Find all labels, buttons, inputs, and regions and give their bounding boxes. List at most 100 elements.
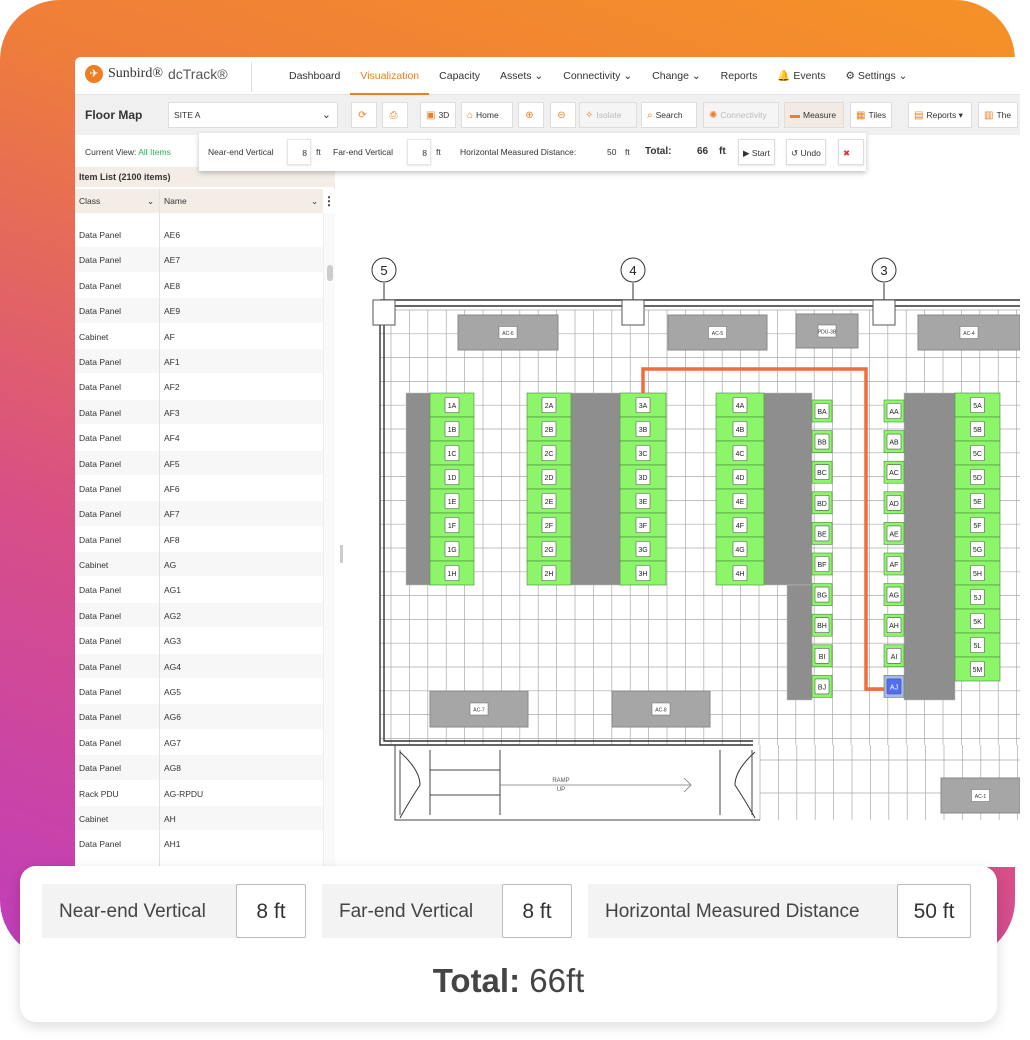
rack-label: AI: [891, 654, 898, 661]
rack-label: 5C: [973, 451, 982, 458]
horizontal-distance-field: Horizontal Measured Distance 50 ft: [588, 884, 971, 938]
rack-label: 3H: [639, 571, 648, 578]
rack-label: 4A: [736, 403, 745, 410]
rack-label: AB: [889, 440, 899, 447]
rack-label: 5G: [973, 547, 982, 554]
unit-label: AC-5: [712, 331, 724, 337]
perforated-tile: [570, 392, 621, 586]
unit-label: PDU-3B: [818, 330, 837, 336]
measurement-summary-card: Near-end Vertical 8 ft Far-end Vertical 8 …: [20, 866, 997, 1022]
unit-label: AC-7: [473, 708, 485, 714]
undo-button[interactable]: ↺ Undo: [786, 139, 826, 165]
column-label: 5: [380, 263, 387, 278]
far-end-input[interactable]: 8: [407, 139, 431, 165]
unit-label: AC-1: [975, 794, 987, 800]
rack-label: 3D: [639, 475, 648, 482]
rack-label: 5J: [974, 595, 981, 602]
rack-label: 2E: [545, 499, 554, 506]
rack-label: 2D: [545, 475, 554, 482]
rack-label: 2G: [544, 547, 553, 554]
rack-label: 2F: [545, 523, 553, 530]
rack-label: 2A: [545, 403, 554, 410]
rack-label: 2B: [545, 427, 554, 434]
rack-label: BA: [817, 409, 827, 416]
rack-label: BH: [817, 623, 827, 630]
rack-label: AF: [890, 562, 899, 569]
ramp-arrow: [500, 777, 692, 793]
rack-label: 2C: [545, 451, 554, 458]
rack-label: 5B: [973, 427, 982, 434]
rack-label: 1H: [448, 571, 457, 578]
rack-label: 5L: [974, 643, 982, 650]
ramp-wall: [394, 745, 760, 821]
horizontal-distance-value: 50 ft: [897, 884, 971, 938]
far-end-value: 8 ft: [502, 884, 572, 938]
rack-label: BE: [817, 531, 827, 538]
horizontal-distance-value: 50: [607, 147, 617, 157]
rack-label: AE: [889, 531, 899, 538]
rack-label: 5F: [973, 523, 981, 530]
ramp-label: UP: [557, 787, 565, 793]
near-end-value: 8 ft: [236, 884, 306, 938]
rack-label: 5D: [973, 475, 982, 482]
rack-label: 3E: [639, 499, 648, 506]
column-pillar: [621, 299, 645, 326]
rack-label: 4D: [736, 475, 745, 482]
far-end-field: Far-end Vertical 8 ft: [322, 884, 572, 938]
perforated-tile: [903, 392, 956, 701]
unit-label: AC-6: [502, 331, 514, 337]
rack-label: 4E: [736, 499, 745, 506]
rack-label: AC: [889, 470, 899, 477]
rack-label: BG: [817, 593, 827, 600]
rack-label: 1C: [448, 451, 457, 458]
rack-label: BJ: [818, 684, 826, 691]
rack-label: 4B: [736, 427, 745, 434]
rack-label: 1B: [448, 427, 457, 434]
measure-popup: Near-end Vertical 8 ft Far-end Vertical …: [199, 133, 866, 171]
rack-label: 2H: [545, 571, 554, 578]
rack-label: BC: [817, 470, 827, 477]
rack-label: 4C: [736, 451, 745, 458]
rack-label: 3B: [639, 427, 648, 434]
splitter-handle[interactable]: [340, 545, 343, 563]
map-layer: RAMP UP 5 4 3 AC-6 AC-5 PDU-3B AC-4 AC-7 AC-8 AC-1 1…: [371, 257, 1020, 821]
rack-label: 3G: [638, 547, 647, 554]
perforated-tile: [763, 392, 813, 586]
rack-label: 1F: [448, 523, 456, 530]
rack-label: BB: [817, 440, 827, 447]
rack-label: BF: [818, 562, 827, 569]
rack-label: 5K: [973, 619, 982, 626]
column-pillar: [872, 299, 896, 326]
rack-label: 4F: [736, 523, 744, 530]
rack-label: BI: [819, 654, 826, 661]
near-end-input[interactable]: 8: [287, 139, 311, 165]
rack-label: 5M: [973, 667, 983, 674]
close-icon[interactable]: ✖: [838, 139, 864, 165]
rack-label: 3A: [639, 403, 648, 410]
rack-label: AG: [889, 593, 899, 600]
rack-label: 5H: [973, 571, 982, 578]
rack-label: 1A: [448, 403, 457, 410]
rack-label: 5E: [973, 499, 982, 506]
floor-map[interactable]: RAMP UP 5 4 3 AC-6 AC-5 PDU-3B AC-4 AC-7 AC-8 AC-1 1…: [0, 0, 1030, 870]
rack-label: 4G: [735, 547, 744, 554]
rack-label: AA: [889, 409, 899, 416]
total-distance: Total: 66ft: [432, 962, 585, 999]
perforated-tile: [405, 392, 431, 586]
rack-label: AH: [889, 623, 899, 630]
rack-label: 3F: [639, 523, 647, 530]
rack-label: AJ: [890, 684, 898, 691]
column-label: 4: [629, 263, 636, 278]
column-label: 3: [880, 263, 887, 278]
rack-label: BD: [817, 501, 827, 508]
unit-label: AC-4: [963, 331, 975, 337]
ramp-label: RAMP: [552, 778, 569, 784]
rack-label: 1G: [447, 547, 456, 554]
start-button[interactable]: ▶ Start: [738, 139, 775, 165]
rack-label: 5A: [973, 403, 982, 410]
rack-label: 3C: [639, 451, 648, 458]
total-value: 66: [697, 146, 709, 157]
rack-label: 4H: [736, 571, 745, 578]
rack-label: 1E: [448, 499, 457, 506]
rack-label: AD: [889, 501, 899, 508]
